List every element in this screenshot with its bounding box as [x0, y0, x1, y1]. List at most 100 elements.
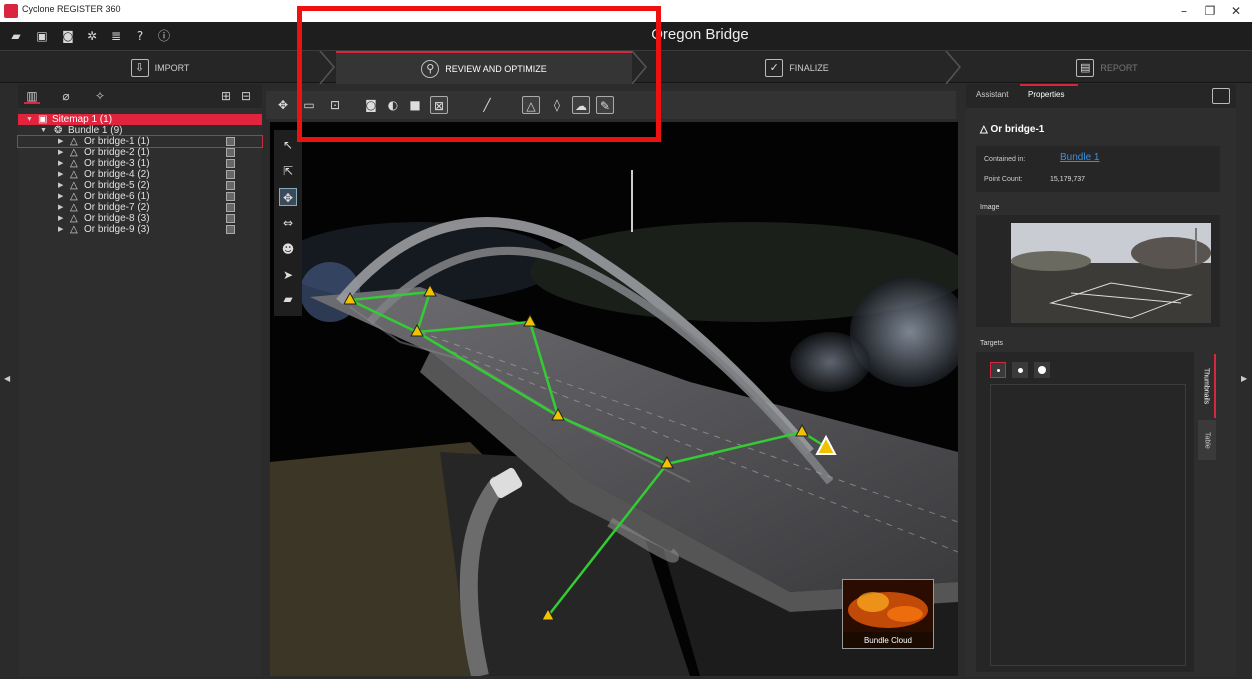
expand-caret-icon[interactable]: ▶	[58, 158, 63, 169]
tree-sitemap-label: Sitemap 1 (1)	[52, 114, 113, 125]
navigate-icon[interactable]: ✥	[274, 96, 292, 114]
expand-caret-icon[interactable]: ▼	[26, 114, 33, 125]
tree-setup-row[interactable]: ▶ △ Or bridge-7 (2)	[18, 202, 262, 213]
setup-triangle-icon: △	[980, 124, 991, 135]
close-icon[interactable]: ✕	[1224, 2, 1248, 20]
orbit-icon[interactable]: ✥	[279, 188, 297, 206]
maximize-icon[interactable]: ❐	[1198, 2, 1222, 20]
image-thumbnail-icon[interactable]	[226, 137, 235, 146]
tree-setup-label: Or bridge-3 (1)	[84, 158, 150, 169]
active-tab-indicator	[1020, 84, 1078, 86]
tree-setup-label: Or bridge-9 (3)	[84, 224, 150, 235]
image-thumbnail-icon[interactable]	[226, 214, 235, 223]
tree-setup-row[interactable]: ▶ △ Or bridge-2 (1)	[18, 147, 262, 158]
links-tab-icon[interactable]: ✧	[92, 88, 108, 104]
app-window: Cyclone REGISTER 360 – ❐ ✕ ▰ ▣ ◙ ✲ ≣ ? ⓘ…	[0, 0, 1252, 679]
select-arrow-icon[interactable]: ↖	[279, 136, 297, 154]
info-icon[interactable]: ⓘ	[156, 28, 172, 44]
large-target-icon[interactable]	[1034, 362, 1050, 378]
setup-image-thumbnail[interactable]	[1011, 223, 1211, 323]
right-panel-tabs: Assistant Properties	[966, 84, 1236, 108]
tree-setup-row[interactable]: ▶ △ Or bridge-4 (2)	[18, 169, 262, 180]
settings-gear-icon[interactable]: ✲	[84, 28, 100, 44]
tree-bundle-row[interactable]: ▼ ❂ Bundle 1 (9)	[18, 125, 262, 136]
viewport-side-tools: ↖ ⇱ ✥ ⇔ ☻ ➤ ▰	[274, 130, 302, 316]
import-icon: ⇩	[130, 58, 149, 77]
image-thumbnail-icon[interactable]	[226, 203, 235, 212]
image-thumbnail-icon[interactable]	[226, 159, 235, 168]
expand-caret-icon[interactable]: ▼	[40, 125, 47, 136]
save-icon[interactable]: ▣	[34, 28, 50, 44]
setup-triangle-icon: △	[70, 191, 78, 202]
database-icon[interactable]: ≣	[108, 28, 124, 44]
contained-in-link[interactable]: Bundle 1	[1060, 152, 1099, 163]
image-section-label: Image	[980, 204, 1000, 211]
bundle-cloud-thumbnail[interactable]: Bundle Cloud	[842, 579, 934, 649]
tab-table[interactable]: Table	[1198, 420, 1216, 460]
tab-thumbnails[interactable]: Thumbnails	[1198, 354, 1216, 418]
tab-properties[interactable]: Properties	[1028, 90, 1064, 99]
walk-person-icon[interactable]: ☻	[279, 240, 297, 258]
tree-setup-row[interactable]: ▶ △ Or bridge-8 (3)	[18, 213, 262, 224]
tree-setup-row[interactable]: ▶ △ Or bridge-9 (3)	[18, 224, 262, 235]
open-folder-icon[interactable]: ▰	[8, 28, 24, 44]
tab-assistant[interactable]: Assistant	[976, 90, 1008, 99]
image-thumbnail-icon[interactable]	[226, 148, 235, 157]
expand-caret-icon[interactable]: ▶	[58, 136, 63, 147]
collapse-all-icon[interactable]: ⊟	[238, 88, 254, 104]
expand-caret-icon[interactable]: ▶	[58, 191, 63, 202]
minimize-icon[interactable]: –	[1172, 2, 1196, 20]
tree-bundle-label: Bundle 1 (9)	[68, 125, 123, 136]
setup-triangle-icon: △	[70, 180, 78, 191]
pan-icon[interactable]: ⇔	[279, 214, 297, 232]
medium-target-icon[interactable]	[1012, 362, 1028, 378]
collapse-left-panel-icon[interactable]: ◀	[4, 374, 10, 383]
image-thumbnail-icon[interactable]	[226, 170, 235, 179]
eraser-icon[interactable]: ▰	[279, 290, 297, 308]
tab-import[interactable]: ⇩ IMPORT	[0, 51, 320, 84]
fly-icon[interactable]: ➤	[279, 266, 297, 284]
sitemap-icon: ▣	[38, 114, 48, 125]
panel-detach-icon[interactable]	[1212, 88, 1230, 104]
contained-in-label: Contained in:	[984, 156, 1026, 163]
target-list[interactable]	[990, 384, 1186, 666]
setup-panorama-preview	[1011, 223, 1211, 323]
attachments-tab-icon[interactable]: ⌀	[58, 88, 74, 104]
setup-triangle-icon: △	[70, 158, 78, 169]
report-icon: ▤	[1076, 58, 1095, 77]
expand-caret-icon[interactable]: ▶	[58, 224, 63, 235]
point-count-label: Point Count:	[984, 176, 1023, 183]
image-thumbnail-icon[interactable]	[226, 225, 235, 234]
tree-setup-row[interactable]: ▶ △ Or bridge-3 (1)	[18, 158, 262, 169]
small-target-icon[interactable]	[990, 362, 1006, 378]
expand-caret-icon[interactable]: ▶	[58, 147, 63, 158]
image-thumbnail-icon[interactable]	[226, 192, 235, 201]
tab-finalize[interactable]: ✓ FINALIZE	[648, 51, 946, 84]
tree-setup-label: Or bridge-8 (3)	[84, 213, 150, 224]
sitemap-tab-icon[interactable]: ▥	[24, 88, 40, 104]
targets-section	[976, 352, 1194, 672]
tab-report-label: REPORT	[1100, 62, 1138, 73]
image-section	[976, 215, 1220, 327]
tree-setup-row[interactable]: ▶ △ Or bridge-1 (1)	[17, 135, 263, 148]
app-logo-icon	[4, 4, 18, 18]
expand-caret-icon[interactable]: ▶	[58, 180, 63, 191]
setup-triangle-icon: △	[70, 136, 78, 147]
tree-setup-row[interactable]: ▶ △ Or bridge-6 (1)	[18, 191, 262, 202]
tree-setup-row[interactable]: ▶ △ Or bridge-5 (2)	[18, 180, 262, 191]
tree-sitemap-row[interactable]: ▼ ▣ Sitemap 1 (1)	[18, 114, 262, 125]
multi-select-icon[interactable]: ⇱	[279, 162, 297, 180]
expand-caret-icon[interactable]: ▶	[58, 213, 63, 224]
bundle-icon: ❂	[54, 125, 63, 136]
expand-caret-icon[interactable]: ▶	[58, 169, 63, 180]
setup-triangle-icon: △	[70, 147, 78, 158]
bundle-cloud-preview	[843, 580, 933, 632]
setup-triangle-icon: △	[70, 224, 78, 235]
tab-report[interactable]: ▤ REPORT	[962, 51, 1252, 84]
expand-all-icon[interactable]: ⊞	[218, 88, 234, 104]
image-thumbnail-icon[interactable]	[226, 181, 235, 190]
expand-caret-icon[interactable]: ▶	[58, 202, 63, 213]
help-icon[interactable]: ?	[132, 28, 148, 44]
collapse-right-panel-icon[interactable]: ▶	[1241, 374, 1247, 383]
camera-icon[interactable]: ◙	[60, 28, 76, 44]
